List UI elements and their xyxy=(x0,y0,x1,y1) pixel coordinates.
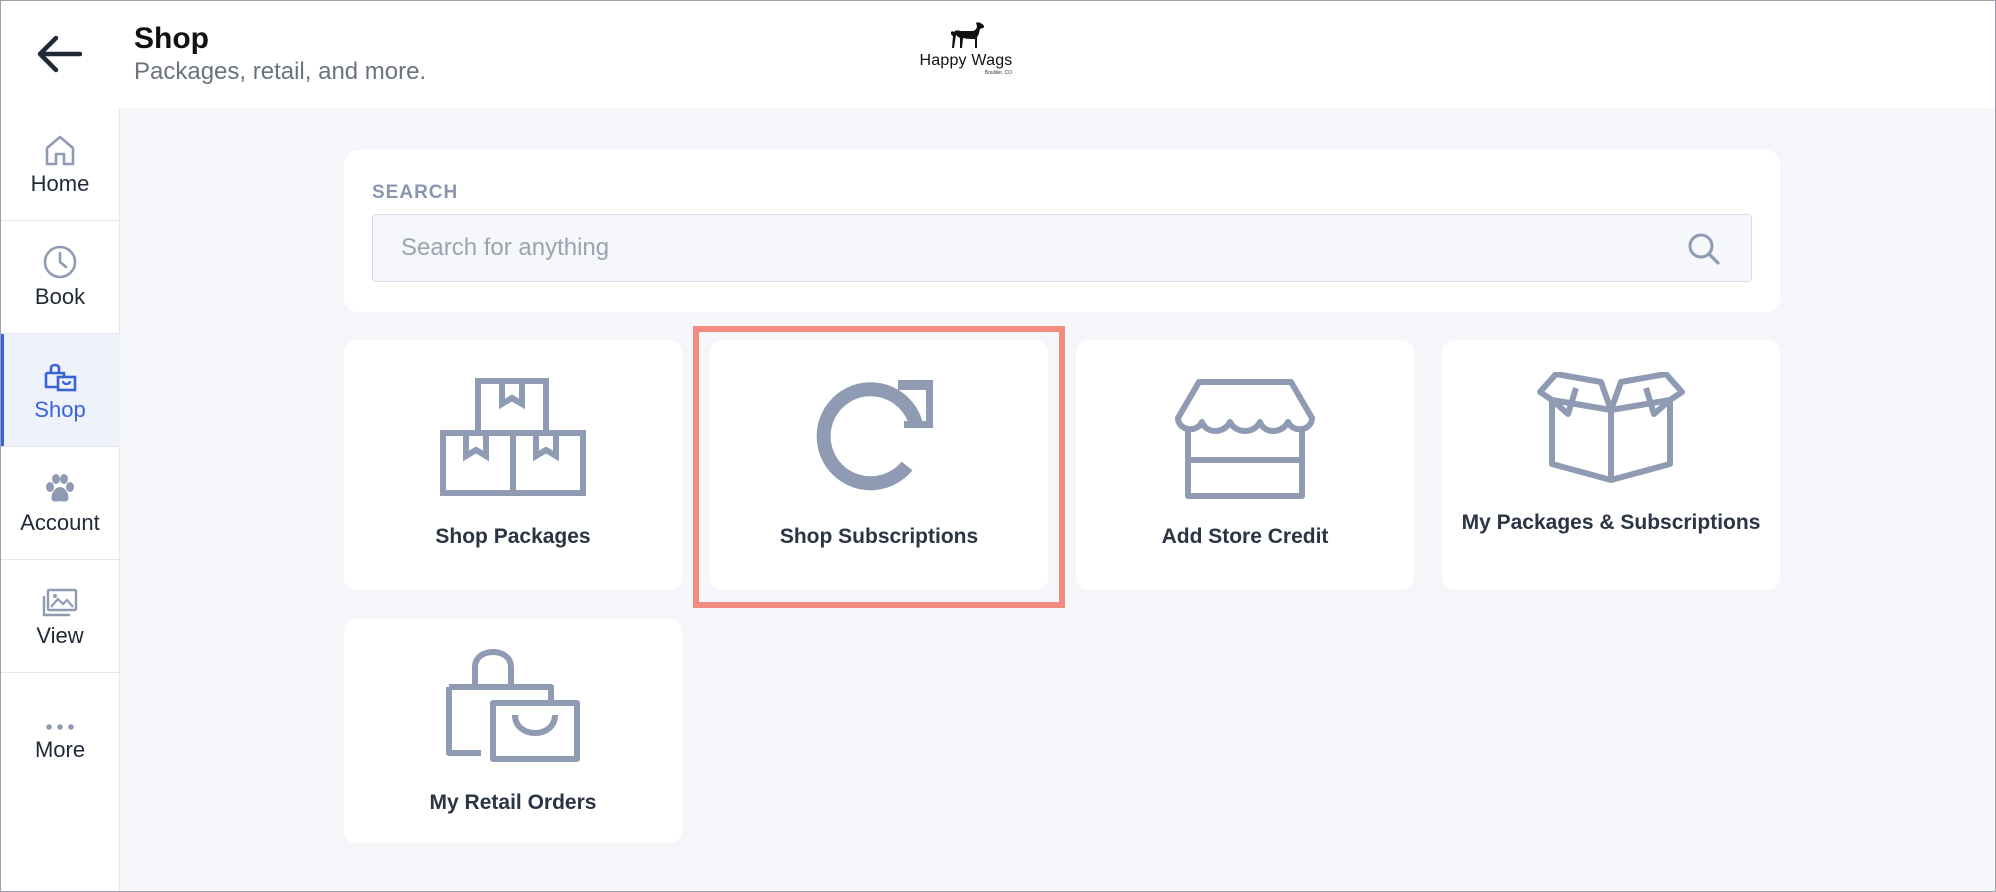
shopping-bags-icon xyxy=(446,649,580,762)
home-icon xyxy=(45,135,75,166)
top-header: Shop Packages, retail, and more. Happy W… xyxy=(0,0,1996,108)
sidebar-item-label: Home xyxy=(30,171,90,196)
sidebar: Home Book Shop Account View More xyxy=(0,108,120,892)
page-title: Shop xyxy=(134,22,209,55)
sidebar-item-shop[interactable]: Shop xyxy=(0,334,120,447)
back-button[interactable] xyxy=(30,26,88,82)
refresh-icon xyxy=(816,380,933,491)
brand-logo: Happy Wags Boulder, CO xyxy=(910,20,1022,86)
search-icon[interactable] xyxy=(1687,232,1721,266)
sidebar-item-label: More xyxy=(34,736,86,762)
page-subtitle: Packages, retail, and more. xyxy=(134,58,427,85)
search-box[interactable] xyxy=(372,214,1752,282)
storefront-icon xyxy=(1175,379,1315,499)
sidebar-item-label: View xyxy=(36,623,84,648)
sidebar-item-label: Shop xyxy=(34,397,86,422)
tile-label: My Packages & Subscriptions xyxy=(1461,511,1761,534)
image-gallery-icon xyxy=(42,588,78,617)
brand-location: Boulder, CO xyxy=(984,70,1012,76)
sidebar-item-account[interactable]: Account xyxy=(0,447,120,560)
tile-label: Add Store Credit xyxy=(1161,525,1329,548)
add-store-credit-tile[interactable]: Add Store Credit xyxy=(1076,340,1414,590)
open-box-icon xyxy=(1537,372,1685,483)
search-card: SEARCH xyxy=(344,150,1780,312)
shop-packages-tile[interactable]: Shop Packages xyxy=(344,340,682,590)
my-retail-orders-tile[interactable]: My Retail Orders xyxy=(344,619,682,843)
sidebar-item-label: Book xyxy=(34,284,86,309)
paw-icon xyxy=(46,474,74,502)
more-dots-icon xyxy=(46,723,74,730)
sidebar-item-label: Account xyxy=(20,510,100,535)
sidebar-item-home[interactable]: Home xyxy=(0,108,120,221)
clock-icon xyxy=(43,245,77,279)
dog-logo-icon xyxy=(950,22,985,48)
sidebar-item-book[interactable]: Book xyxy=(0,221,120,334)
search-input[interactable] xyxy=(373,215,1683,281)
shop-subscriptions-tile[interactable]: Shop Subscriptions xyxy=(710,340,1048,590)
shopping-bag-icon xyxy=(44,363,77,392)
back-arrow-icon xyxy=(37,35,82,73)
sidebar-item-view[interactable]: View xyxy=(0,560,120,673)
search-label: SEARCH xyxy=(372,182,459,203)
sidebar-item-more[interactable]: More xyxy=(0,673,120,786)
tile-label: Shop Subscriptions xyxy=(779,525,979,548)
boxes-icon xyxy=(440,378,586,496)
tile-label: My Retail Orders xyxy=(429,791,597,814)
main-content: SEARCH Shop Packages xyxy=(120,108,1996,892)
brand-name: Happy Wags xyxy=(919,52,1013,69)
my-packages-subscriptions-tile[interactable]: My Packages & Subscriptions xyxy=(1442,340,1780,590)
tile-label: Shop Packages xyxy=(435,525,591,548)
